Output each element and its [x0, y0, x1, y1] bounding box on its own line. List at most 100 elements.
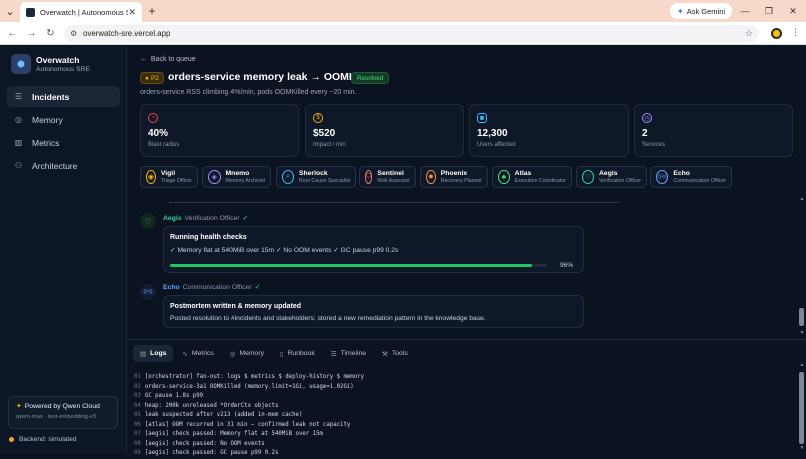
stat-card-users: ⚉ 12,300 Users affected	[469, 104, 629, 157]
bar-chart-icon: ▥	[14, 138, 23, 147]
bookmark-star-icon[interactable]: ☆	[745, 28, 753, 39]
agent-role: Memory Archivist	[225, 178, 266, 184]
tab-label: Memory	[239, 350, 264, 357]
incident-summary: orders-service RSS climbing 4%/min, pods…	[140, 89, 357, 96]
scroll-down-icon[interactable]: ▼	[798, 445, 806, 451]
agent-role: Verification Officer	[599, 178, 641, 184]
tab-tools[interactable]: ⚒ Tools	[375, 345, 415, 362]
divider	[169, 202, 619, 203]
ask-gemini-label: Ask Gemini	[686, 6, 726, 16]
clock-icon: ◷	[642, 113, 652, 123]
log-output[interactable]: 01 [orchestrator] fan-out: logs $ metrics…	[134, 373, 799, 459]
back-label: Back to queue	[150, 56, 196, 63]
agent-role: Triage Officer	[160, 178, 192, 184]
new-tab-button[interactable]: +	[142, 4, 162, 18]
network-icon: ♣	[498, 170, 510, 184]
progress-fill	[170, 264, 532, 267]
console-scrollbar[interactable]: ▲ ▼	[798, 362, 806, 453]
brand-subtitle: Autonomous SRE	[36, 66, 91, 73]
backend-label: Backend: simulated	[19, 436, 77, 443]
tab-title: Overwatch | Autonomous SRE	[40, 7, 129, 17]
agent-timeline[interactable]: ♡ Aegis Verification Officer ✓ Running hea…	[128, 196, 806, 331]
gemini-sparkle-icon: ✦	[677, 6, 684, 16]
tab-search-icon[interactable]: ⌄	[0, 0, 20, 22]
back-arrow-icon: ←	[140, 56, 147, 63]
close-tab-icon[interactable]: ✕	[128, 7, 136, 18]
stat-card-services: ◷ 2 Services	[634, 104, 793, 157]
agent-chip-sentinel[interactable]: ⛉ Sentinel Risk Assessor	[359, 166, 416, 188]
stat-value: 40%	[148, 128, 169, 139]
back-to-queue-link[interactable]: ← Back to queue	[140, 56, 196, 63]
timeline-card-health-checks: Running health checks ✓ Memory flat at 5…	[163, 226, 584, 273]
log-line: 02 orders-service-3a1 OOMKilled (memory.l…	[134, 383, 354, 390]
site-settings-icon[interactable]: ⚙	[70, 29, 77, 38]
restore-button[interactable]: ❐	[757, 0, 781, 22]
console-tabs: ▤ Logs ∿ Metrics ◎ Memory ▯ Runbook ☰ Timelin…	[133, 345, 417, 362]
sidebar-item-memory[interactable]: ◎ Memory	[7, 109, 120, 130]
eye-icon: ◉	[146, 170, 156, 184]
browser-tab-strip: ⌄ Overwatch | Autonomous SRE ✕ + ✦ Ask G…	[0, 0, 806, 22]
agent-role: Recovery Planner	[440, 178, 482, 184]
agent-chip-phoenix[interactable]: ✹ Phoenix Recovery Planner	[420, 166, 488, 188]
stat-value: $520	[313, 128, 336, 139]
browser-menu-icon[interactable]: ⋮	[791, 27, 800, 38]
console-panel: ▤ Logs ∿ Metrics ◎ Memory ▯ Runbook ☰ Timelin…	[128, 339, 806, 456]
status-dot-icon	[9, 437, 14, 442]
agent-name: Sentinel	[377, 170, 404, 177]
sidebar-item-architecture[interactable]: ⚇ Architecture	[7, 155, 120, 176]
agent-chip-echo[interactable]: ((•)) Echo Communication Officer	[650, 166, 732, 188]
close-window-button[interactable]: ✕	[781, 0, 805, 22]
card-body: Posted resolution to #incidents and stak…	[170, 315, 486, 322]
tab-memory[interactable]: ◎ Memory	[223, 345, 271, 362]
scroll-thumb[interactable]	[799, 308, 804, 326]
agent-chip-sherlock[interactable]: ⌕ Sherlock Root Cause Specialist	[276, 166, 356, 188]
agent-chip-mnemo[interactable]: ◈ Mnemo Memory Archivist	[202, 166, 271, 188]
timeline-scrollbar[interactable]: ▲ ▼	[798, 196, 806, 338]
back-arrow-icon[interactable]: ←	[3, 28, 22, 39]
address-bar[interactable]: ⚙ overwatch-sre.vercel.app ☆	[64, 25, 759, 42]
stat-label: Services	[642, 142, 666, 148]
tree-icon: ⚇	[14, 161, 23, 170]
log-line: 04 heap: 200k unreleased *OrderCtx object…	[134, 402, 279, 409]
powered-by-card: ✦ Powered by Qwen Cloud qwen-max · text-e…	[8, 396, 118, 429]
sidebar-item-metrics[interactable]: ▥ Metrics	[7, 132, 120, 153]
sidebar-item-label: Architecture	[32, 160, 78, 171]
scroll-up-icon[interactable]: ▲	[798, 362, 806, 368]
tab-label: Metrics	[191, 350, 214, 357]
minimize-button[interactable]: —	[733, 0, 757, 22]
scroll-up-icon[interactable]: ▲	[798, 196, 806, 202]
users-icon: ⚉	[477, 113, 487, 123]
agent-chip-atlas[interactable]: ♣ Atlas Execution Coordinator	[492, 166, 572, 188]
stat-label: Users affected	[477, 142, 516, 148]
heart-pulse-icon: ♡	[140, 213, 156, 229]
agent-chip-aegis[interactable]: ♡ Aegis Verification Officer	[576, 166, 647, 188]
tab-metrics[interactable]: ∿ Metrics	[175, 345, 220, 362]
timeline-agent-echo: Echo Communication Officer ✓	[163, 283, 260, 291]
browser-tab[interactable]: Overwatch | Autonomous SRE ✕	[20, 2, 142, 22]
agent-name: Aegis	[599, 170, 618, 177]
scroll-down-icon[interactable]: ▼	[798, 330, 806, 336]
scroll-thumb[interactable]	[799, 372, 804, 444]
agent-role: Communication Officer	[182, 284, 252, 291]
dollar-icon: $	[313, 113, 323, 123]
magnifier-icon: ⌕	[282, 170, 294, 184]
list-icon: ☰	[14, 92, 23, 101]
powered-models: qwen-max · text-embedding-v3	[16, 414, 96, 420]
tab-logs[interactable]: ▤ Logs	[133, 345, 174, 362]
forward-arrow-icon[interactable]: →	[22, 28, 41, 39]
log-line: 07 [aegis] check passed: Memory flat at 5…	[134, 431, 323, 437]
reload-icon[interactable]: ↻	[41, 28, 60, 39]
ask-gemini-button[interactable]: ✦ Ask Gemini	[670, 3, 733, 19]
tab-label: Runbook	[287, 350, 315, 357]
agent-chip-vigil[interactable]: ◉ Vigil Triage Officer	[140, 166, 198, 188]
gauge-icon: ◔	[148, 113, 158, 123]
sidebar-item-incidents[interactable]: ☰ Incidents	[7, 86, 120, 107]
logo-icon	[11, 54, 31, 74]
extension-icon[interactable]	[771, 28, 782, 39]
timeline-card-postmortem: Postmortem written & memory updated Post…	[163, 295, 584, 328]
agent-role: Communication Officer	[673, 178, 726, 184]
log-line: 03 GC pause 1.8s p99	[134, 393, 204, 399]
tab-runbook[interactable]: ▯ Runbook	[273, 345, 322, 362]
agent-name: Atlas	[514, 170, 532, 177]
tab-timeline[interactable]: ☰ Timeline	[324, 345, 373, 362]
